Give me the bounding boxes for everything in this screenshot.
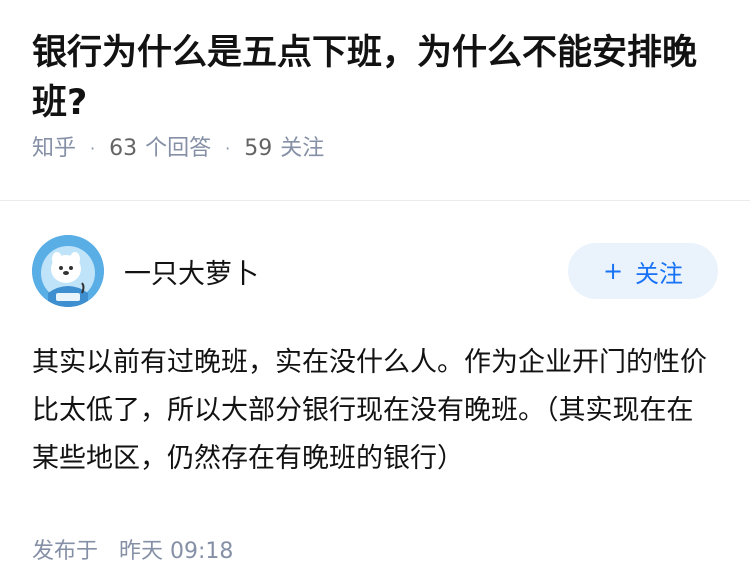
publish-label: 发布于: [32, 539, 99, 564]
separator-dot: ·: [90, 139, 96, 158]
publish-info: 发布于 昨天 09:18: [32, 533, 718, 565]
plus-icon: +: [602, 257, 624, 285]
answer-content[interactable]: 其实以前有过晚班，实在没什么人。作为企业开门的性价比太低了，所以大部分银行现在没…: [32, 339, 718, 483]
follow-button[interactable]: + 关注: [568, 243, 718, 299]
answer-count: 63: [109, 136, 138, 161]
follow-count-label[interactable]: 关注: [280, 134, 324, 164]
question-title[interactable]: 银行为什么是五点下班，为什么不能安排晚班?: [32, 28, 718, 128]
author-row: 一只大萝卜 + 关注: [32, 233, 718, 309]
separator-dot: ·: [225, 139, 231, 158]
avatar-image: [32, 235, 104, 307]
source-label[interactable]: 知乎: [32, 134, 76, 164]
author-name[interactable]: 一只大萝卜: [124, 252, 568, 291]
answer-paragraph: 其实以前有过晚班，实在没什么人。作为企业开门的性价比太低了，所以大部分银行现在没…: [32, 347, 707, 474]
answer-count-label[interactable]: 个回答: [145, 134, 211, 164]
avatar[interactable]: [32, 235, 104, 307]
question-header: 银行为什么是五点下班，为什么不能安排晚班? 知乎 · 63 个回答 · 59 关…: [0, 0, 750, 172]
follow-button-label: 关注: [635, 259, 684, 288]
question-meta: 知乎 · 63 个回答 · 59 关注: [32, 134, 718, 164]
answer-card: 一只大萝卜 + 关注 其实以前有过晚班，实在没什么人。作为企业开门的性价比太低了…: [0, 233, 750, 565]
publish-time: 昨天 09:18: [119, 539, 234, 564]
section-divider: [0, 200, 750, 201]
follow-count: 59: [244, 136, 273, 161]
